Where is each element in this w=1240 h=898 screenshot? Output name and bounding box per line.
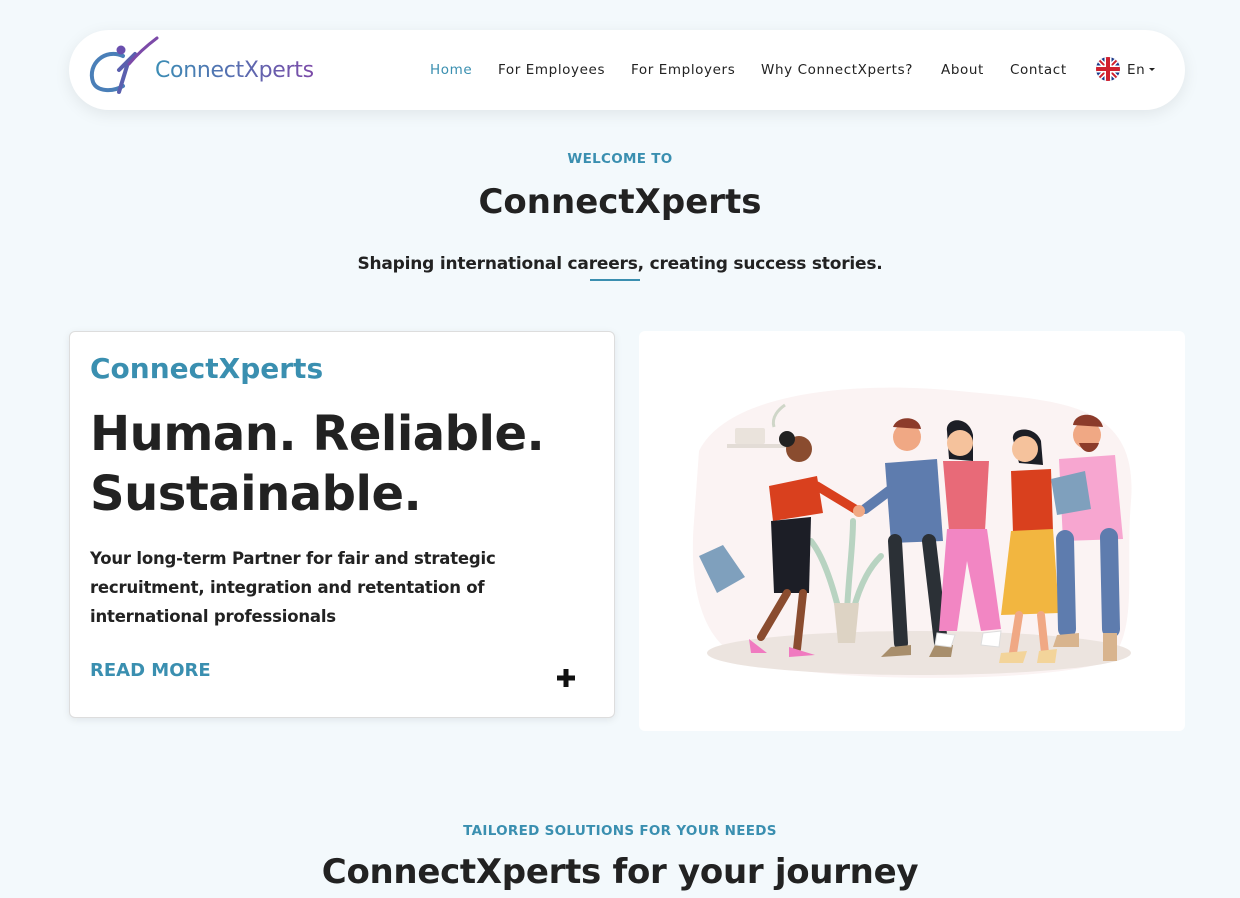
logo-wordmark[interactable]: ConnectXperts [155, 58, 314, 83]
read-more-link[interactable]: READ MORE [90, 660, 211, 681]
card-headline-line1: Human. Reliable. [90, 406, 545, 462]
uk-flag-icon[interactable] [1096, 57, 1120, 81]
navbar: ConnectXperts Home For Employees For Emp… [69, 30, 1185, 110]
hero-eyebrow: WELCOME TO [567, 151, 673, 167]
nav-why-connectxperts[interactable]: Why ConnectXperts? [761, 62, 913, 78]
chevron-down-icon [1149, 68, 1156, 71]
nav-for-employees[interactable]: For Employees [498, 62, 605, 78]
nav-about[interactable]: About [941, 62, 984, 78]
nav-contact[interactable]: Contact [1010, 62, 1067, 78]
card-brand: ConnectXperts [90, 352, 324, 385]
solutions-title: ConnectXperts for your journey [321, 852, 919, 892]
nav-for-employers[interactable]: For Employers [631, 62, 735, 78]
nav-home[interactable]: Home [430, 62, 472, 78]
hero-title: ConnectXperts [478, 182, 762, 222]
language-selector[interactable]: En [1127, 62, 1156, 78]
language-label: En [1127, 62, 1146, 78]
illustration-panel [639, 331, 1185, 731]
solutions-eyebrow: TAILORED SOLUTIONS FOR YOUR NEEDS [463, 823, 777, 839]
card-headline: Human. Reliable. Sustainable. [90, 404, 590, 524]
intro-card: ConnectXperts Human. Reliable. Sustainab… [69, 331, 615, 718]
team-handshake-illustration [692, 387, 1132, 678]
hero-tagline: Shaping international careers, creating … [357, 254, 883, 274]
card-headline-line2: Sustainable. [90, 466, 422, 522]
card-description: Your long-term Partner for fair and stra… [90, 549, 496, 626]
plus-icon[interactable] [556, 668, 576, 688]
tagline-underline [590, 279, 640, 281]
